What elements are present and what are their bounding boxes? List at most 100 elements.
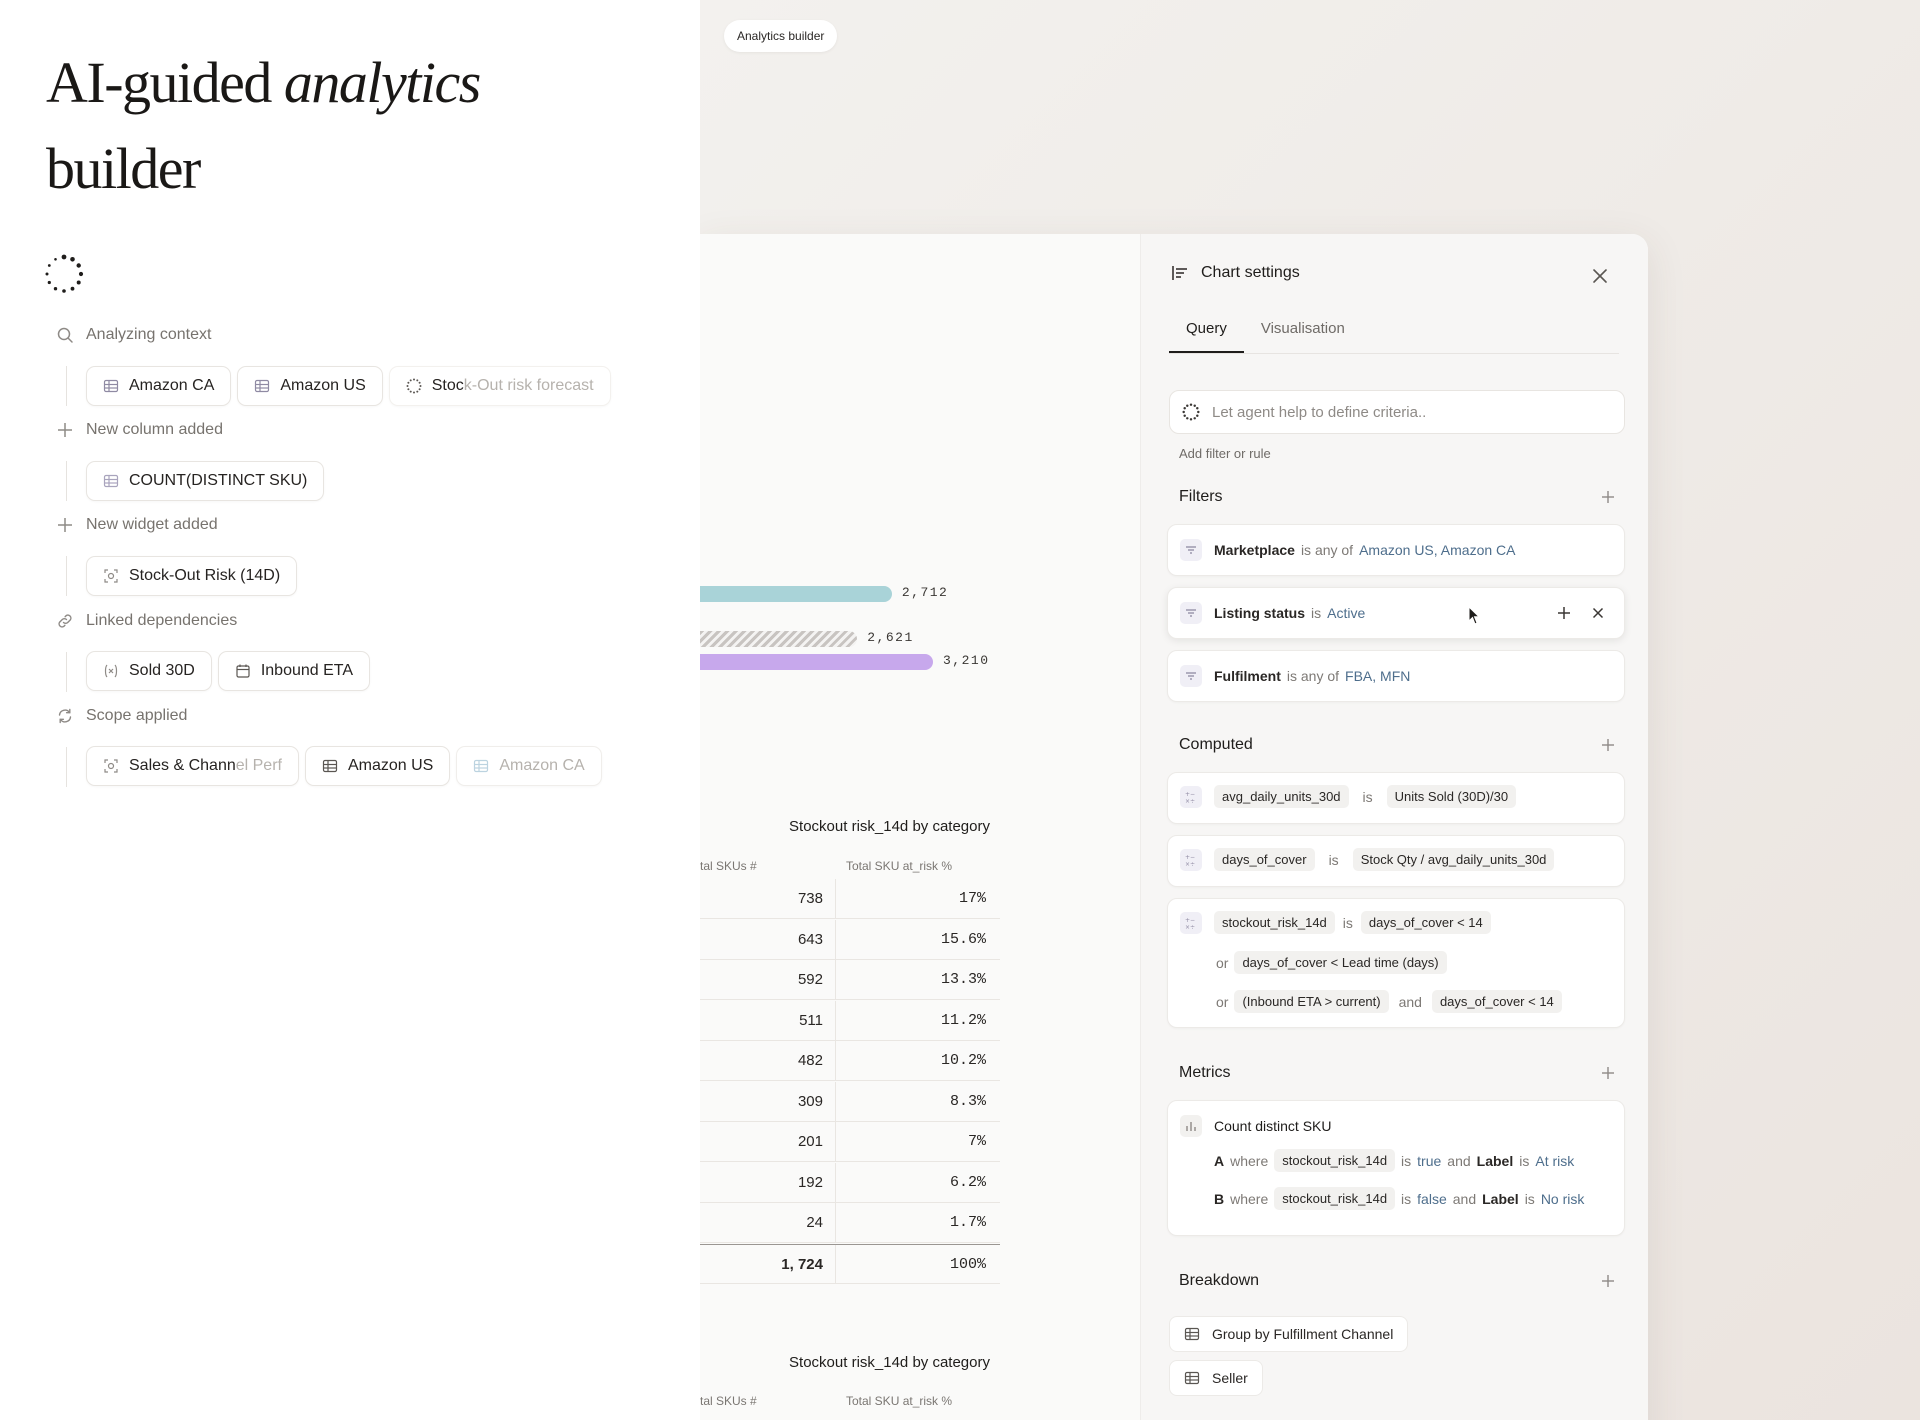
filter-rule-marketplace[interactable]: Marketplace is any of Amazon US, Amazon … bbox=[1167, 524, 1625, 576]
table-header-at-risk: Total SKU at_risk % bbox=[846, 859, 953, 873]
hero-title-part1: AI-guided bbox=[46, 50, 284, 115]
calendar-icon bbox=[236, 664, 250, 678]
breakdown-chip-fulfillment[interactable]: Group by Fulfillment Channel bbox=[1169, 1316, 1409, 1352]
chip-amazon-ca-scope[interactable]: Amazon CA bbox=[456, 746, 602, 786]
cell-sku-count: 482 bbox=[700, 1041, 836, 1080]
svg-text:+−: +− bbox=[1185, 791, 1195, 798]
chip-sold-30d[interactable]: Sold 30D bbox=[86, 651, 212, 691]
add-filter-link[interactable]: Add filter or rule bbox=[1179, 446, 1271, 461]
table-row: 738 17% bbox=[700, 879, 1000, 919]
table-row: 309 8.3% bbox=[700, 1081, 1000, 1122]
cell-at-risk-pct: 17% bbox=[958, 890, 986, 907]
step-chips: Stock-Out Risk (14D) bbox=[86, 556, 298, 596]
cell-sku-count: 309 bbox=[700, 1081, 836, 1121]
metric-row-a: A where stockout_risk_14d is true and La… bbox=[1214, 1149, 1574, 1172]
chip-count-distinct-sku[interactable]: COUNT(DISTINCT SKU) bbox=[86, 461, 325, 501]
table-total-row: 1, 724 100% bbox=[700, 1243, 1000, 1284]
close-icon[interactable] bbox=[1590, 266, 1610, 286]
bar-1 bbox=[700, 631, 858, 647]
cell-sku-count: 192 bbox=[700, 1162, 836, 1202]
step-new-widget: New widget added bbox=[56, 516, 218, 534]
remove-rule-close-icon[interactable] bbox=[1590, 605, 1606, 621]
settings-tabs: Query Visualisation bbox=[1169, 314, 1619, 354]
table-title-2: Stockout risk_14d by category bbox=[789, 1354, 990, 1371]
add-rule-plus-icon[interactable] bbox=[1556, 605, 1572, 621]
chart-settings-panel: Chart settings Query Visualisation Add f… bbox=[1140, 234, 1648, 1420]
filter-rule-fulfilment[interactable]: Fulfilment is any of FBA, MFN bbox=[1167, 650, 1625, 702]
metric-row-b: B where stockout_risk_14d is false and L… bbox=[1214, 1187, 1584, 1210]
svg-text:×÷: ×÷ bbox=[1185, 861, 1195, 867]
step-connector bbox=[66, 366, 67, 406]
tab-visualisation[interactable]: Visualisation bbox=[1244, 314, 1362, 353]
breakdown-section-header: Breakdown bbox=[1179, 1272, 1617, 1290]
computed-rule-avg-daily-units[interactable]: +− ×÷ avg_daily_units_30d is Units Sold (… bbox=[1167, 772, 1625, 824]
filters-section-header: Filters bbox=[1179, 488, 1617, 506]
hero-title-italic: analytics bbox=[283, 50, 481, 115]
bar-0 bbox=[700, 586, 892, 602]
add-computed-plus-icon[interactable] bbox=[1599, 736, 1617, 754]
bar-value-label: 2,712 bbox=[901, 585, 949, 600]
chart-settings-icon bbox=[1172, 266, 1187, 280]
table-row: 592 13.3% bbox=[700, 960, 1000, 1000]
computed-rule-days-of-cover[interactable]: +− ×÷ days_of_cover is Stock Qty / avg_da… bbox=[1167, 835, 1625, 887]
step-analyzing-context: Analyzing context bbox=[56, 326, 211, 344]
agent-criteria-field[interactable] bbox=[1169, 390, 1625, 434]
bar-chart-icon bbox=[1180, 1115, 1202, 1137]
chip-stockout-risk-widget[interactable]: Stock-Out Risk (14D) bbox=[86, 556, 298, 596]
cell-sku-count: 592 bbox=[700, 960, 836, 999]
step-connector bbox=[66, 747, 67, 787]
plus-icon bbox=[58, 518, 72, 532]
widget-icon bbox=[104, 569, 118, 583]
refresh-icon bbox=[58, 708, 72, 724]
chip-amazon-us-scope[interactable]: Amazon US bbox=[304, 746, 451, 786]
svg-text:+−: +− bbox=[1185, 917, 1195, 924]
dashboard-card: 2,712 2,621 3,210 Stockout risk_14d by cat… bbox=[700, 234, 1648, 1420]
search-icon bbox=[57, 327, 73, 343]
left-panel: AI-guided analytics builder Analyzing co… bbox=[0, 0, 700, 1420]
cell-at-risk-pct: 15.6% bbox=[940, 930, 986, 948]
formula-icon: +− ×÷ bbox=[1180, 911, 1202, 934]
table-icon bbox=[474, 759, 489, 773]
chip-inbound-eta[interactable]: Inbound ETA bbox=[217, 651, 371, 691]
step-linked-dependencies: Linked dependencies bbox=[56, 612, 237, 630]
step-chips: Sales & Channel Perf Amazon US Amazon CA bbox=[86, 746, 602, 786]
chip-sales-channel-perf[interactable]: Sales & Channel Perf bbox=[86, 746, 299, 786]
table-title: Stockout risk_14d by category bbox=[789, 818, 990, 835]
breakdown-chip-seller[interactable]: Seller bbox=[1169, 1360, 1263, 1396]
chip-amazon-ca[interactable]: Amazon CA bbox=[86, 366, 232, 406]
table-row: 201 7% bbox=[700, 1122, 1000, 1162]
cell-sku-count: 24 bbox=[700, 1203, 836, 1242]
chip-amazon-us[interactable]: Amazon US bbox=[237, 366, 383, 406]
chip-stockout-forecast[interactable]: Stock-Out risk forecast bbox=[388, 366, 611, 406]
step-new-column: New column added bbox=[56, 421, 223, 439]
cell-sku-count: 201 bbox=[700, 1122, 836, 1161]
table-row: 24 1.7% bbox=[700, 1203, 1000, 1243]
agent-criteria-input[interactable] bbox=[1212, 403, 1612, 421]
filter-rule-actions bbox=[1556, 605, 1606, 621]
cell-at-risk-pct: 11.2% bbox=[940, 1011, 986, 1029]
svg-text:×÷: ×÷ bbox=[1185, 924, 1195, 930]
cell-at-risk-pct: 1.7% bbox=[949, 1214, 986, 1231]
metric-count-distinct-sku[interactable]: Count distinct SKU A where stockout_risk… bbox=[1167, 1100, 1625, 1236]
cell-at-risk-pct: 10.2% bbox=[940, 1052, 986, 1069]
cell-sku-count: 511 bbox=[700, 1000, 836, 1040]
breadcrumb[interactable]: Analytics builder bbox=[724, 20, 838, 52]
add-filter-plus-icon[interactable] bbox=[1599, 488, 1617, 506]
table-icon bbox=[322, 759, 338, 773]
settings-header: Chart settings bbox=[1171, 264, 1300, 282]
spinner-icon bbox=[406, 378, 422, 394]
tab-query[interactable]: Query bbox=[1169, 314, 1244, 353]
filter-rule-listing-status[interactable]: Listing status is Active bbox=[1167, 587, 1625, 639]
computed-rule-stockout-risk[interactable]: +− ×÷ stockout_risk_14d is days_of_cover … bbox=[1167, 898, 1625, 1028]
metrics-section-header: Metrics bbox=[1179, 1064, 1617, 1082]
agent-spinner-icon bbox=[45, 254, 84, 293]
step-chips: COUNT(DISTINCT SKU) bbox=[86, 461, 325, 501]
add-metric-plus-icon[interactable] bbox=[1599, 1064, 1617, 1082]
agent-spinner-icon bbox=[1182, 403, 1200, 421]
mouse-cursor-icon bbox=[1468, 606, 1481, 625]
table-icon bbox=[103, 379, 119, 393]
filter-icon bbox=[1180, 602, 1202, 624]
filter-icon bbox=[1180, 665, 1202, 687]
add-breakdown-plus-icon[interactable] bbox=[1599, 1272, 1617, 1290]
cell-total-sku-count: 1, 724 bbox=[700, 1244, 836, 1283]
